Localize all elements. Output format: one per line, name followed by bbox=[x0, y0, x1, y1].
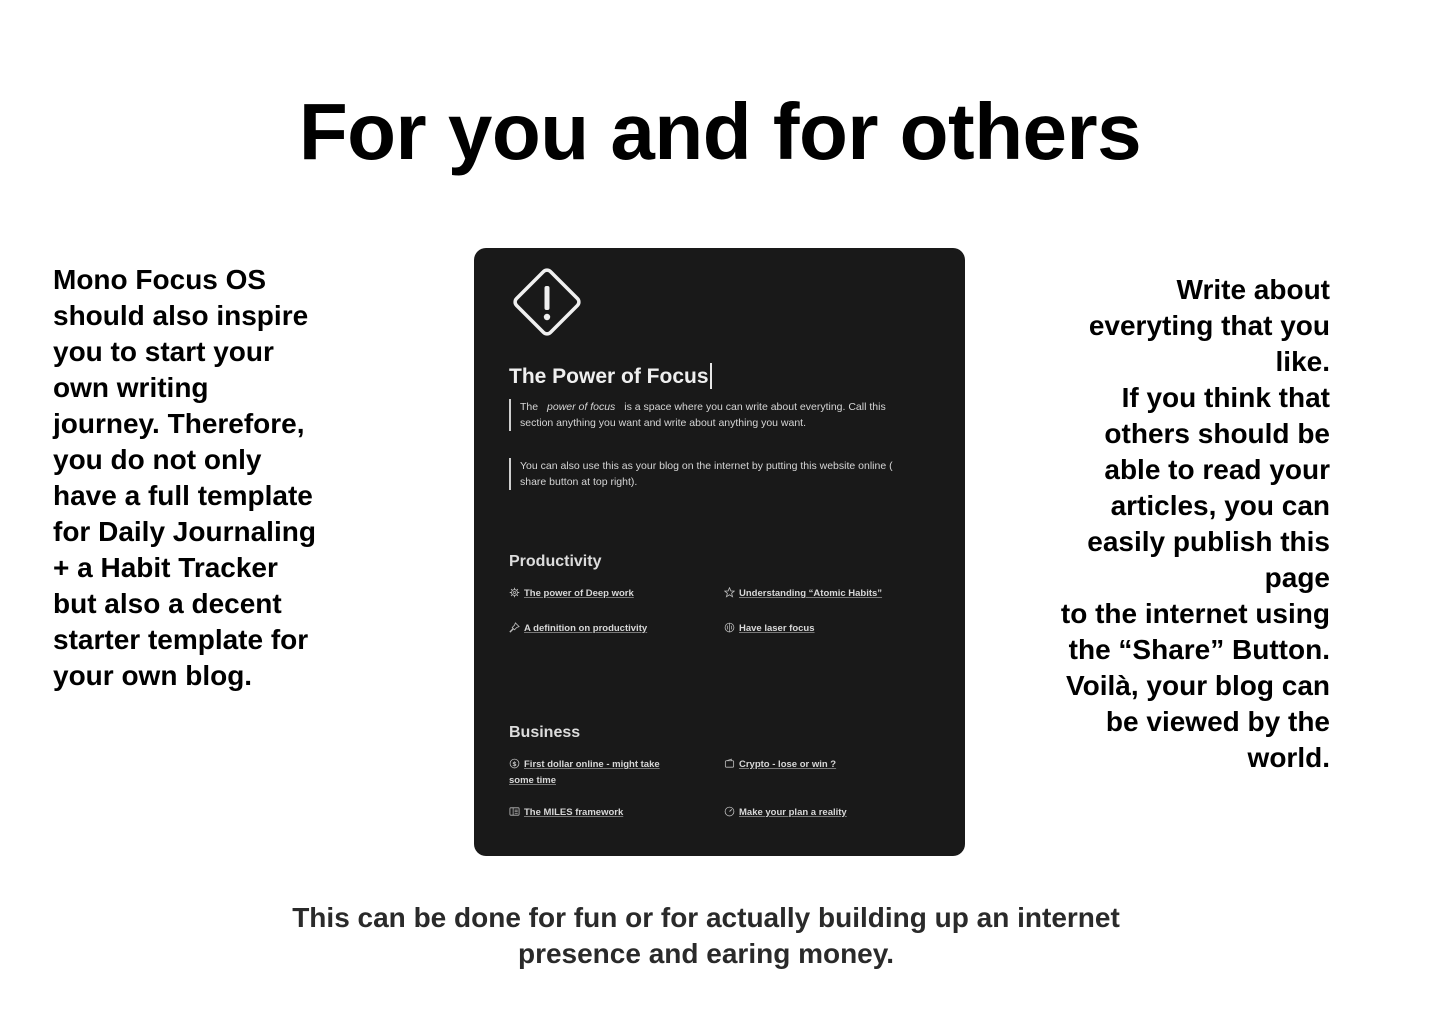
quote-intro-emphasis: power of focus bbox=[547, 401, 616, 413]
gauge-icon bbox=[724, 806, 735, 817]
warning-diamond-icon bbox=[513, 268, 581, 336]
link-atomic-habits-label: Understanding “Atomic Habits” bbox=[739, 588, 883, 599]
brain-icon bbox=[724, 622, 735, 633]
right-description-line-3: to the internet using the “Share” Button… bbox=[1060, 598, 1330, 773]
pin-icon bbox=[509, 622, 520, 633]
link-first-dollar[interactable]: $ First dollar online - might take some t… bbox=[509, 757, 684, 789]
preview-quote-blog: You can also use this as your blog on th… bbox=[509, 458, 920, 490]
link-deep-work-label: The power of Deep work bbox=[524, 588, 634, 599]
link-laser-focus-label: Have laser focus bbox=[739, 623, 815, 634]
star-icon bbox=[724, 587, 735, 598]
link-crypto[interactable]: Crypto - lose or win ? bbox=[724, 757, 836, 773]
link-miles-framework-label: The MILES framework bbox=[524, 807, 624, 818]
section-heading-productivity: Productivity bbox=[509, 553, 602, 570]
bottom-description-line-2: presence and earing money. bbox=[517, 938, 895, 969]
preview-page-title-text: The Power of Focus bbox=[509, 365, 709, 388]
right-description: Write about everyting that you like. If … bbox=[1060, 272, 1330, 776]
svg-text:$: $ bbox=[512, 760, 517, 768]
page: For you and for others Mono Focus OS sho… bbox=[0, 0, 1440, 1024]
dollar-coin-icon: $ bbox=[509, 758, 520, 769]
link-definition-productivity-label: A definition on productivity bbox=[524, 623, 648, 634]
preview-page-title[interactable]: The Power of Focus bbox=[509, 360, 712, 394]
text-cursor bbox=[709, 363, 712, 389]
template-preview-card: The Power of Focus The power of focus is… bbox=[474, 248, 965, 856]
link-atomic-habits[interactable]: Understanding “Atomic Habits” bbox=[724, 586, 882, 602]
link-make-plan-reality-label: Make your plan a reality bbox=[739, 807, 847, 818]
quote-intro-before: The bbox=[520, 401, 539, 413]
link-definition-productivity[interactable]: A definition on productivity bbox=[509, 621, 647, 637]
section-heading-business: Business bbox=[509, 724, 581, 741]
preview-quote-intro: The power of focus is a space where you … bbox=[509, 399, 920, 431]
link-crypto-label: Crypto - lose or win ? bbox=[739, 759, 837, 770]
right-description-line-2: If you think that others should be able … bbox=[1087, 382, 1330, 593]
bottom-description: This can be done for fun or for actually… bbox=[0, 900, 1412, 972]
wallet-icon bbox=[724, 758, 735, 768]
link-miles-framework[interactable]: The MILES framework bbox=[509, 805, 623, 821]
bottom-description-line-1: This can be done for fun or for actually… bbox=[292, 902, 1120, 933]
book-icon bbox=[509, 807, 520, 816]
left-description: Mono Focus OS should also inspire you to… bbox=[53, 264, 316, 691]
gear-icon bbox=[509, 587, 520, 598]
link-make-plan-reality[interactable]: Make your plan a reality bbox=[724, 805, 847, 821]
right-description-line-1: Write about everyting that you like. bbox=[1088, 274, 1330, 377]
link-deep-work[interactable]: The power of Deep work bbox=[509, 586, 634, 602]
link-first-dollar-label: First dollar online - might take some ti… bbox=[509, 759, 660, 786]
link-laser-focus[interactable]: Have laser focus bbox=[724, 621, 815, 637]
page-headline: For you and for others bbox=[298, 87, 1142, 176]
